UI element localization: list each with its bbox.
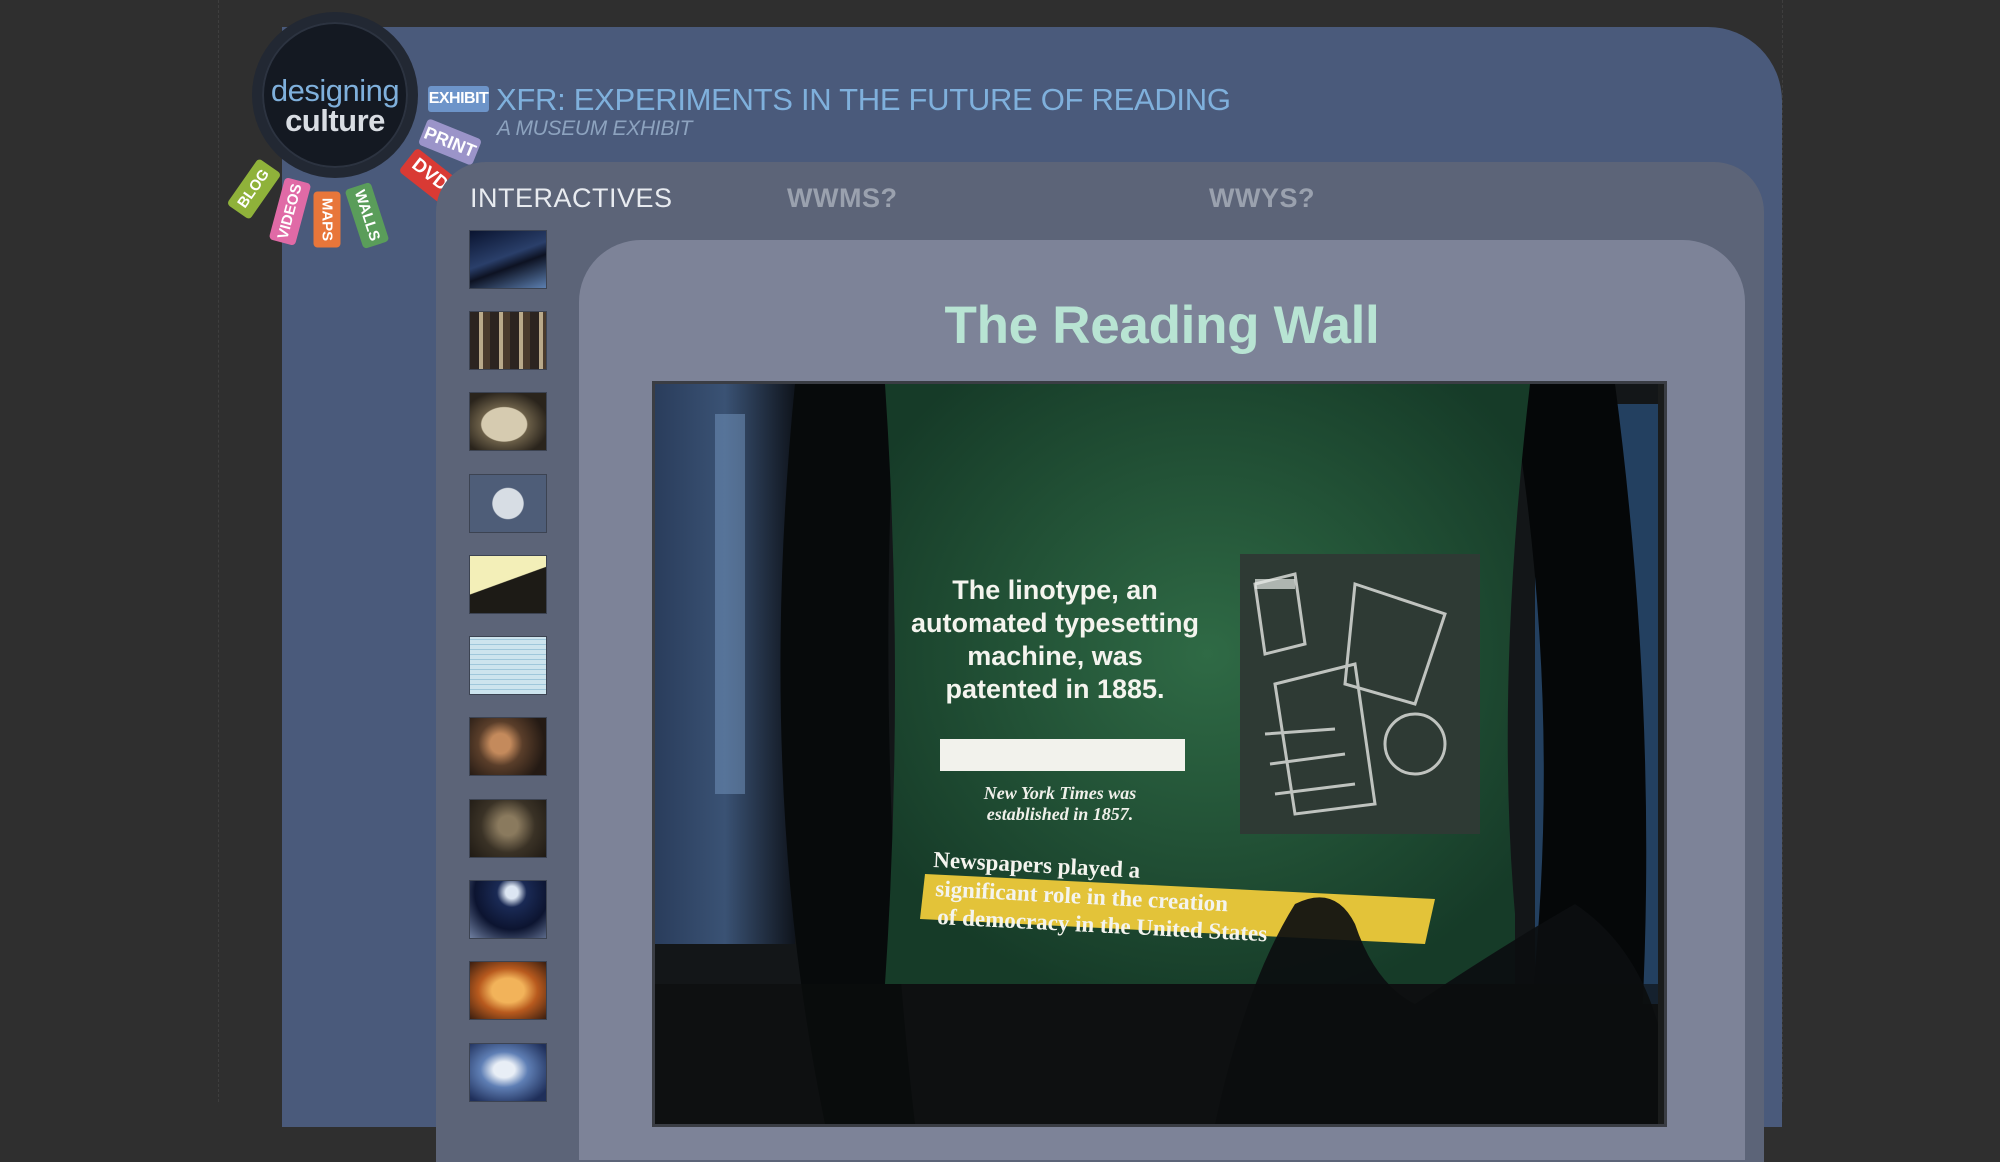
thumbnail-orange-book[interactable] [469, 961, 547, 1020]
caption-main-line-3: machine, was [967, 641, 1143, 671]
page-guide-left [218, 0, 219, 1102]
thumbnail-portrait-wall[interactable] [469, 799, 547, 858]
tab-wwms[interactable]: WWMS? [787, 183, 897, 214]
page-subtitle: A MUSEUM EXHIBIT [497, 117, 693, 140]
logo-line-2: culture [285, 103, 385, 138]
video-frame: The linotype, an automated typesetting m… [655, 384, 1658, 1124]
page-title[interactable]: XFR: EXPERIMENTS IN THE FUTURE OF READIN… [496, 82, 1231, 118]
floor-shadow [655, 984, 1658, 1124]
designing-culture-logo[interactable]: designing culture [252, 12, 418, 178]
caption-main-line-4: patented in 1885. [945, 674, 1164, 704]
caption-main-line-2: automated typesetting [911, 608, 1199, 638]
thumbnail-exhibit-dark-room[interactable] [469, 230, 547, 289]
caption-small-line-2: established in 1857. [987, 804, 1134, 824]
thumbnail-kiosk-machine[interactable] [469, 392, 547, 451]
thumbnail-screen-console[interactable] [469, 880, 547, 939]
linotype-highlight [1255, 579, 1295, 589]
tab-wwys[interactable]: WWYS? [1209, 183, 1315, 214]
thumbnail-people-viewing[interactable] [469, 717, 547, 776]
white-caption-bar [940, 739, 1185, 771]
reading-wall-video[interactable]: The linotype, an automated typesetting m… [652, 381, 1667, 1127]
caption-main-line-1: The linotype, an [952, 575, 1158, 605]
left-light-strip [715, 414, 745, 794]
maps-tag[interactable]: MAPS [313, 191, 341, 248]
exhibit-badge[interactable]: EXHIBIT [428, 86, 489, 112]
caption-small-line-1: New York Times was [983, 783, 1137, 803]
thumbnail-lit-table[interactable] [469, 555, 547, 614]
page-guide-right [1782, 0, 1783, 1102]
logo-badge: designing culture [262, 22, 408, 168]
logo-line-1: designing [270, 73, 400, 108]
thumbnail-blue-map[interactable] [469, 1043, 547, 1102]
interactive-title: The Reading Wall [944, 296, 1380, 355]
thumbnail-text-page[interactable] [469, 636, 547, 695]
tab-interactives[interactable]: INTERACTIVES [470, 183, 673, 214]
thumbnail-reading-wall-letters[interactable] [469, 311, 547, 370]
thumbnail-octagon-diagram[interactable] [469, 474, 547, 533]
blog-tag[interactable]: BLOG [226, 158, 282, 220]
